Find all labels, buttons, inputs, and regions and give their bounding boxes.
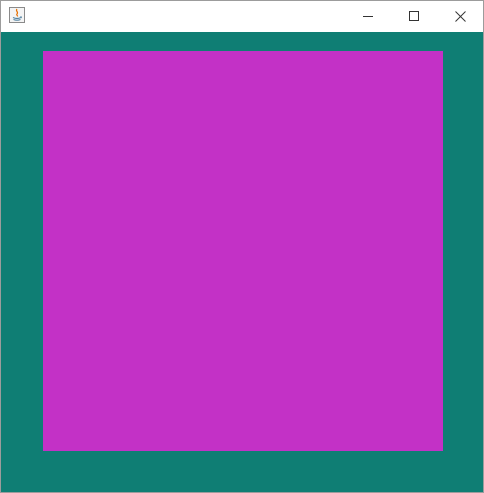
- close-button[interactable]: [437, 1, 483, 31]
- close-icon: [454, 10, 466, 22]
- minimize-icon: [363, 16, 373, 17]
- magenta-square: [43, 51, 443, 451]
- canvas-area: [1, 32, 483, 492]
- title-bar[interactable]: [1, 1, 483, 31]
- application-window: [0, 0, 484, 493]
- maximize-button[interactable]: [391, 1, 437, 31]
- minimize-button[interactable]: [345, 1, 391, 31]
- java-icon[interactable]: [9, 7, 25, 23]
- maximize-icon: [409, 11, 419, 21]
- window-controls: [345, 1, 483, 31]
